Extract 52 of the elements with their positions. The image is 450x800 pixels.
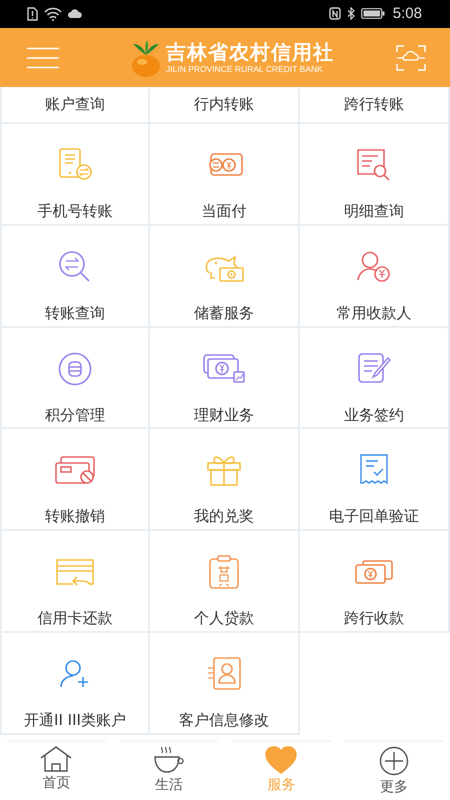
service-tile[interactable]: 电子回单验证 [300, 429, 450, 532]
scan-icon [396, 44, 426, 71]
service-tile[interactable]: 账户查询 [0, 87, 150, 124]
plus-circle-icon [378, 746, 409, 776]
heart-icon [265, 746, 298, 774]
service-tile[interactable]: 当面付 [150, 124, 300, 226]
scan-button[interactable] [396, 44, 426, 71]
loan-clipboard-icon [208, 555, 240, 590]
gift-box-icon [206, 454, 242, 486]
service-tile[interactable]: 个人贷款 [150, 531, 300, 633]
cloud-icon [68, 9, 82, 18]
battery-icon [360, 8, 385, 20]
service-tile[interactable]: 客户信息修改 [150, 632, 300, 735]
transfer-search-icon [58, 250, 92, 284]
wifi-icon [44, 6, 62, 21]
coffee-cup-icon [154, 746, 184, 774]
service-tile[interactable]: 行内转账 [150, 87, 300, 124]
nfc-icon [328, 7, 341, 20]
service-tile[interactable]: 跨行转账 [300, 87, 450, 124]
menu-button[interactable] [26, 46, 60, 69]
service-tile[interactable]: 储蓄服务 [150, 226, 300, 328]
service-tile[interactable]: 转账撤销 [0, 429, 150, 532]
home-icon [40, 746, 72, 772]
card-repay-icon [55, 558, 95, 586]
banknote-chart-icon [202, 352, 246, 386]
service-tile[interactable]: 理财业务 [150, 328, 300, 430]
phone-transfer-icon [58, 148, 92, 182]
bank-english-name: JILIN PROVINCE RURAL CREDIT BANK [166, 64, 324, 76]
service-tile[interactable]: 手机号转账 [0, 124, 150, 226]
sim-alert-icon [26, 6, 38, 21]
menu-icon [26, 46, 60, 69]
add-user-icon [60, 658, 90, 689]
service-tile[interactable]: 我的兑奖 [150, 429, 300, 532]
service-tile[interactable]: 跨行收款 [300, 531, 450, 633]
bluetooth-icon [346, 7, 355, 20]
service-tile[interactable]: 业务签约 [300, 328, 450, 430]
bank-name: 吉林省农村信用社 [166, 40, 334, 64]
banknote-icon [354, 559, 394, 586]
clock-time: 5:08 [392, 5, 422, 22]
service-tile[interactable]: 积分管理 [0, 328, 150, 430]
document-search-icon [356, 148, 392, 182]
card-cancel-icon [54, 455, 96, 486]
fruit-logo-icon [130, 38, 162, 77]
signing-form-icon [357, 352, 391, 386]
payee-icon [357, 250, 391, 284]
service-tile[interactable]: 开通II III类账户 [0, 632, 150, 735]
service-tile[interactable]: 常用收款人 [300, 226, 450, 328]
service-tile[interactable]: 信用卡还款 [0, 531, 150, 633]
service-tile[interactable]: 明细查询 [300, 124, 450, 226]
service-tile[interactable]: 转账查询 [0, 226, 150, 328]
contact-card-icon [206, 656, 242, 691]
coin-stack-icon [58, 352, 92, 386]
